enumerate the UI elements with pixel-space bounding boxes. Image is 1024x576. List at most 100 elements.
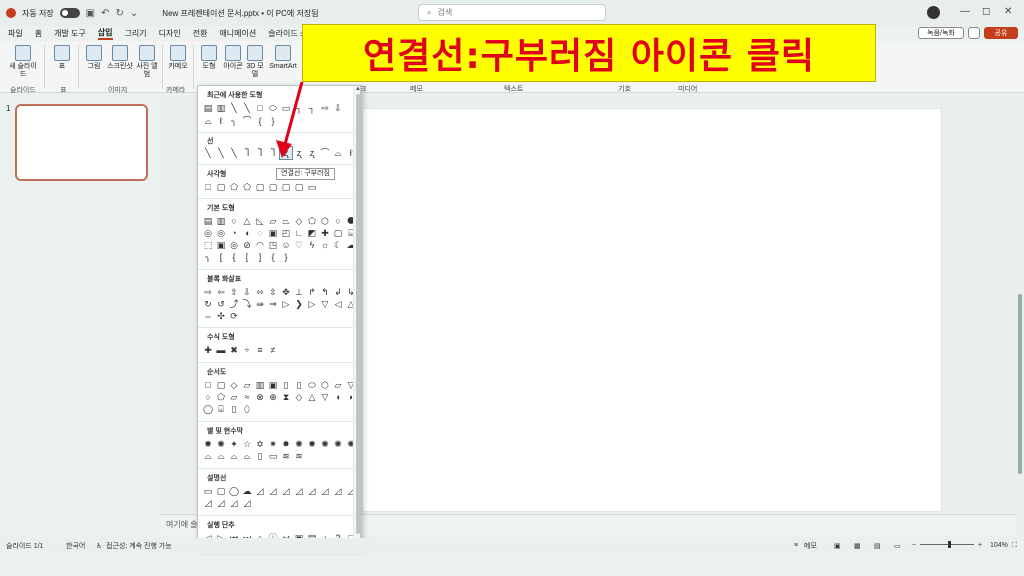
snip-round-rect-icon[interactable]: ▢ — [254, 181, 266, 193]
menu-file[interactable]: 파일 — [8, 28, 23, 39]
notched-right-arrow-icon[interactable]: ⇒ — [267, 298, 279, 310]
slide-sorter-icon[interactable]: ▦ — [854, 542, 861, 550]
3d-model-button[interactable]: 3D 모델 — [246, 45, 264, 79]
slide-canvas[interactable] — [362, 108, 942, 512]
textbox-shape-icon[interactable]: ▤ — [202, 102, 214, 114]
line-callout-5-icon[interactable]: ◿ — [306, 485, 318, 497]
cameo-button[interactable]: 카메오 — [166, 45, 190, 71]
data-icon[interactable]: ▱ — [241, 379, 253, 391]
star-8-icon[interactable]: ✸ — [280, 438, 292, 450]
quad-arrow-icon[interactable]: ✥ — [280, 286, 292, 298]
record-button[interactable]: 녹음/녹화 — [918, 27, 964, 39]
photo-album-button[interactable]: 사진 앨범 — [136, 45, 158, 79]
scroll-up-icon[interactable]: ▲ — [355, 86, 360, 92]
menu-developer[interactable]: 개발 도구 — [54, 28, 86, 39]
magnetic-disk-icon[interactable]: ⌸ — [215, 403, 227, 415]
round-diag-rect-icon[interactable]: ▢ — [293, 181, 305, 193]
menu-design[interactable]: 디자인 — [159, 28, 181, 39]
lightning-icon[interactable]: ϟ — [306, 239, 318, 251]
snip-2-rect-icon[interactable]: ⬠ — [241, 181, 253, 193]
curved-down-arrow-icon[interactable]: ⤵ — [241, 298, 253, 310]
pie-icon[interactable]: ◔ — [228, 227, 240, 239]
sequential-access-icon[interactable]: ◯ — [202, 403, 214, 415]
left-brace-icon[interactable]: { — [267, 251, 279, 263]
pentagon-icon[interactable]: ⬠ — [306, 215, 318, 227]
right-brace-icon[interactable]: } — [280, 251, 292, 263]
rounded-rect-icon[interactable]: ▢ — [215, 181, 227, 193]
right-bracket-icon[interactable]: ] — [254, 251, 266, 263]
manual-input-icon[interactable]: ⏥ — [332, 379, 344, 391]
screenshot-button[interactable]: 스크린샷 — [106, 45, 134, 71]
trapezoid-icon[interactable]: ⏢ — [280, 215, 292, 227]
double-arrow-line-icon[interactable]: ╲ — [228, 147, 240, 159]
sun-icon[interactable]: ☼ — [319, 239, 331, 251]
line-callout-12-icon[interactable]: ◿ — [241, 497, 253, 509]
line-callout-1-icon[interactable]: ◿ — [254, 485, 266, 497]
line-callout-10-icon[interactable]: ◿ — [215, 497, 227, 509]
minus-icon[interactable]: ▬ — [215, 344, 227, 356]
textbox-vertical-shape-icon[interactable]: ▥ — [215, 102, 227, 114]
freeform-icon[interactable]: ⌓ — [332, 147, 344, 159]
zoom-in-icon[interactable]: + — [978, 542, 982, 549]
oval-callout-icon[interactable]: ◯ — [228, 485, 240, 497]
predefined-process-icon[interactable]: ▥ — [254, 379, 266, 391]
brace-pair-icon[interactable]: { — [228, 251, 240, 263]
up-down-arrow-icon[interactable]: ⇳ — [267, 286, 279, 298]
smartart-button[interactable]: SmartArt — [268, 45, 298, 71]
rect-icon[interactable]: □ — [202, 181, 214, 193]
star-24-icon[interactable]: ✺ — [332, 438, 344, 450]
equal-icon[interactable]: ≡ — [254, 344, 266, 356]
normal-view-icon[interactable]: ▣ — [834, 542, 841, 550]
down-arrow-shape-icon[interactable]: ⇩ — [332, 102, 344, 114]
frame-rect-icon[interactable]: ▭ — [306, 181, 318, 193]
curved-ribbon-up-icon[interactable]: ⌓ — [228, 450, 240, 462]
bracket-pair-icon[interactable]: [ — [215, 251, 227, 263]
double-wave-icon[interactable]: ≋ — [293, 450, 305, 462]
redo-icon[interactable]: ↻ — [116, 8, 124, 19]
triangle-icon[interactable]: △ — [241, 215, 253, 227]
elbow-connector-icon[interactable]: Ⴈ — [241, 147, 253, 159]
pentagon-arrow-icon[interactable]: ▷ — [280, 298, 292, 310]
curved-right-arrow-icon[interactable]: ↻ — [202, 298, 214, 310]
moon-icon[interactable]: ☾ — [332, 239, 344, 251]
textbox-v-icon[interactable]: ▥ — [215, 215, 227, 227]
menu-animations[interactable]: 애니메이션 — [219, 28, 256, 39]
avatar[interactable] — [927, 6, 940, 19]
dodecagon-icon[interactable]: ◎ — [215, 227, 227, 239]
star-4-icon[interactable]: ✦ — [228, 438, 240, 450]
table-button[interactable]: 표 — [52, 45, 72, 71]
multiply-icon[interactable]: ✖ — [228, 344, 240, 356]
arc-shape-icon[interactable]: ╮ — [228, 115, 240, 127]
curved-up-arrow-icon[interactable]: ⤴ — [228, 298, 240, 310]
line-callout-3-icon[interactable]: ◿ — [280, 485, 292, 497]
left-block-arrow-icon[interactable]: ⇦ — [215, 286, 227, 298]
or-icon[interactable]: ⊕ — [267, 391, 279, 403]
line-arrow-shape-icon[interactable]: ╲ — [241, 102, 253, 114]
slideshow-view-icon[interactable]: ▭ — [894, 542, 901, 550]
star-5-icon[interactable]: ☆ — [241, 438, 253, 450]
connector-icon[interactable]: ○ — [202, 391, 214, 403]
customize-icon[interactable]: ⌄ — [130, 8, 138, 19]
striped-right-arrow-icon[interactable]: ⇛ — [254, 298, 266, 310]
donut-icon[interactable]: ◎ — [228, 239, 240, 251]
chevron-icon[interactable]: ❯ — [293, 298, 305, 310]
line-callout-11-icon[interactable]: ◿ — [228, 497, 240, 509]
wave-icon[interactable]: ≋ — [280, 450, 292, 462]
line-callout-9-icon[interactable]: ◿ — [202, 497, 214, 509]
diamond-icon[interactable]: ◇ — [293, 215, 305, 227]
internal-storage-icon[interactable]: ▣ — [267, 379, 279, 391]
teardrop-icon[interactable]: ◌ — [254, 227, 266, 239]
menu-draw[interactable]: 그리기 — [125, 28, 147, 39]
heptagon-icon[interactable]: ○ — [332, 215, 344, 227]
offpage-connector-icon[interactable]: ⬠ — [215, 391, 227, 403]
picture-button[interactable]: 그림 — [84, 45, 104, 71]
line-callout-7-icon[interactable]: ◿ — [332, 485, 344, 497]
stored-data-icon[interactable]: ◖ — [332, 391, 344, 403]
oval-icon[interactable]: ○ — [228, 215, 240, 227]
arrow-line-icon[interactable]: ╲ — [215, 147, 227, 159]
alt-process-icon[interactable]: ▢ — [215, 379, 227, 391]
slide-thumbnail[interactable] — [15, 104, 148, 181]
preparation-icon[interactable]: ⬡ — [319, 379, 331, 391]
no-symbol-icon[interactable]: ⊘ — [241, 239, 253, 251]
round-2-rect-icon[interactable]: ▢ — [280, 181, 292, 193]
